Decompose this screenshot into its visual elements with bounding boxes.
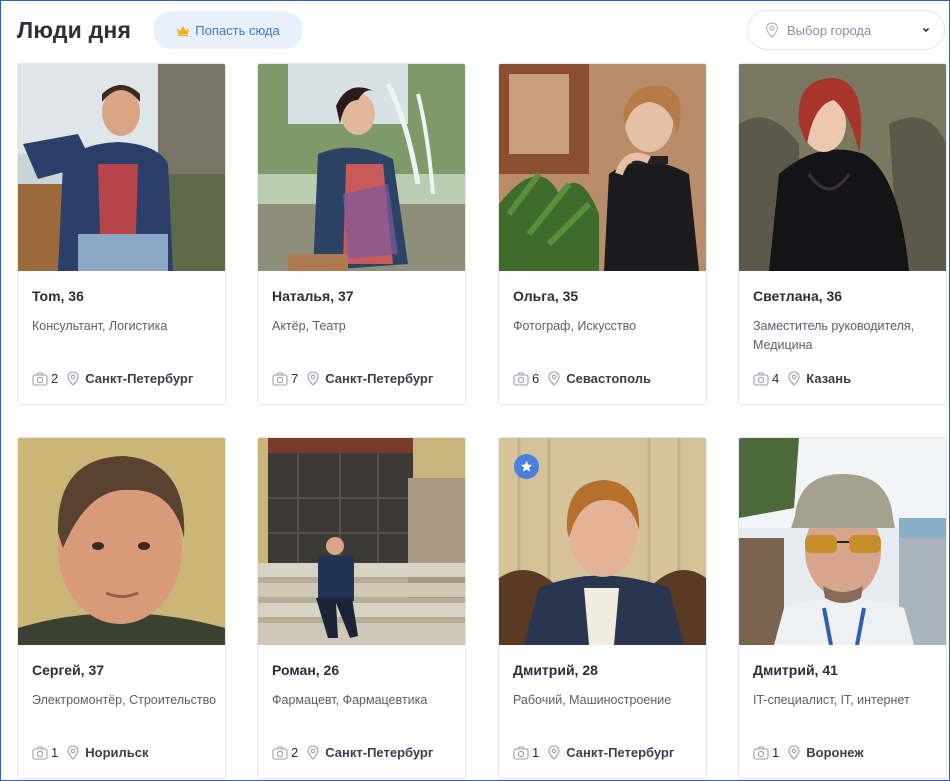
crown-icon bbox=[177, 25, 190, 36]
location-pin-icon bbox=[765, 22, 779, 38]
person-name[interactable]: Дмитрий, 28 bbox=[513, 662, 598, 678]
photo-count: 7 bbox=[291, 371, 299, 386]
get-featured-button[interactable]: Попасть сюда bbox=[153, 11, 303, 49]
person-meta: 1 Воронеж bbox=[753, 745, 864, 760]
photo-count: 1 bbox=[772, 745, 780, 760]
person-city: Санкт-Петербург bbox=[325, 371, 434, 386]
person-photo[interactable] bbox=[739, 438, 946, 645]
location-pin-icon bbox=[67, 371, 79, 386]
person-meta: 1 Санкт-Петербург bbox=[513, 745, 674, 760]
person-card[interactable]: Tom, 36 Консультант, Логистика 2 Санкт-П… bbox=[17, 63, 226, 405]
location-pin-icon bbox=[548, 745, 560, 760]
camera-icon bbox=[753, 745, 769, 760]
city-select[interactable]: Выбор города bbox=[747, 10, 945, 50]
person-photo[interactable] bbox=[18, 438, 225, 645]
location-pin-icon bbox=[788, 371, 800, 386]
person-name[interactable]: Роман, 26 bbox=[272, 662, 339, 678]
camera-icon bbox=[32, 745, 48, 760]
photo-count: 1 bbox=[532, 745, 540, 760]
city-select-placeholder: Выбор города bbox=[787, 22, 872, 38]
person-profession: Консультант, Логистика bbox=[32, 319, 168, 333]
get-featured-label: Попасть сюда bbox=[195, 22, 280, 38]
featured-star-badge bbox=[514, 454, 539, 479]
person-card[interactable]: Светлана, 36 Заместитель руководителя, М… bbox=[738, 63, 947, 405]
star-icon bbox=[520, 460, 533, 472]
person-profession: Электромонтёр, Строительство bbox=[32, 693, 217, 707]
person-city: Норильск bbox=[85, 745, 149, 760]
person-profession: Рабочий, Машиностроение bbox=[513, 693, 672, 707]
person-city: Санкт-Петербург bbox=[85, 371, 194, 386]
camera-icon bbox=[753, 371, 769, 386]
person-photo[interactable] bbox=[258, 438, 465, 645]
person-meta: 6 Севастополь bbox=[513, 371, 651, 386]
person-photo[interactable] bbox=[18, 64, 225, 271]
person-card[interactable]: Наталья, 37 Актёр, Театр 7 Санкт-Петербу… bbox=[257, 63, 466, 405]
location-pin-icon bbox=[788, 745, 800, 760]
person-card[interactable]: Роман, 26 Фармацевт, Фармацевтика 2 Санк… bbox=[257, 437, 466, 779]
person-profession: Актёр, Театр bbox=[272, 319, 346, 333]
person-meta: 2 Санкт-Петербург bbox=[272, 745, 433, 760]
photo-count: 1 bbox=[51, 745, 59, 760]
camera-icon bbox=[272, 745, 288, 760]
person-photo[interactable] bbox=[739, 64, 946, 271]
person-card[interactable]: Дмитрий, 28 Рабочий, Машиностроение 1 Са… bbox=[498, 437, 707, 779]
camera-icon bbox=[513, 745, 529, 760]
photo-count: 2 bbox=[51, 371, 59, 386]
person-city: Казань bbox=[806, 371, 852, 386]
location-pin-icon bbox=[67, 745, 79, 760]
person-profession: Фармацевт, Фармацевтика bbox=[272, 693, 428, 707]
location-pin-icon bbox=[307, 745, 319, 760]
location-pin-icon bbox=[548, 371, 560, 386]
person-meta: 1 Норильск bbox=[32, 745, 148, 760]
person-city: Воронеж bbox=[806, 745, 864, 760]
person-card[interactable]: Дмитрий, 41 IT-специалист, IT, интернет … bbox=[738, 437, 947, 779]
person-profession: Фотограф, Искусство bbox=[513, 319, 637, 333]
person-card[interactable]: Сергей, 37 Электромонтёр, Строительство … bbox=[17, 437, 226, 779]
chevron-down-icon bbox=[922, 27, 930, 33]
person-name[interactable]: Дмитрий, 41 bbox=[753, 662, 838, 678]
person-photo[interactable] bbox=[499, 64, 706, 271]
page-title: Люди дня bbox=[17, 17, 132, 43]
person-city: Санкт-Петербург bbox=[325, 745, 434, 760]
person-name[interactable]: Сергей, 37 bbox=[32, 662, 104, 678]
person-profession: IT-специалист, IT, интернет bbox=[753, 693, 910, 707]
location-pin-icon bbox=[307, 371, 319, 386]
person-meta: 2 Санкт-Петербург bbox=[32, 371, 193, 386]
person-meta: 7 Санкт-Петербург bbox=[272, 371, 433, 386]
person-profession: Заместитель руководителя, Медицина bbox=[753, 319, 915, 352]
camera-icon bbox=[272, 371, 288, 386]
person-meta: 4 Казань bbox=[753, 371, 851, 386]
camera-icon bbox=[32, 371, 48, 386]
camera-icon bbox=[513, 371, 529, 386]
photo-count: 4 bbox=[772, 371, 780, 386]
person-name[interactable]: Светлана, 36 bbox=[753, 288, 842, 304]
person-card[interactable]: Ольга, 35 Фотограф, Искусство 6 Севастоп… bbox=[498, 63, 707, 405]
photo-count: 2 bbox=[291, 745, 299, 760]
person-name[interactable]: Наталья, 37 bbox=[272, 288, 354, 304]
page-header: Люди дня Попасть сюда Выбор города bbox=[17, 10, 947, 50]
person-name[interactable]: Ольга, 35 bbox=[513, 288, 578, 304]
person-city: Санкт-Петербург bbox=[566, 745, 675, 760]
photo-count: 6 bbox=[532, 371, 540, 386]
person-city: Севастополь bbox=[566, 371, 651, 386]
person-photo[interactable] bbox=[499, 438, 706, 645]
person-name[interactable]: Tom, 36 bbox=[32, 288, 84, 304]
person-photo[interactable] bbox=[258, 64, 465, 271]
